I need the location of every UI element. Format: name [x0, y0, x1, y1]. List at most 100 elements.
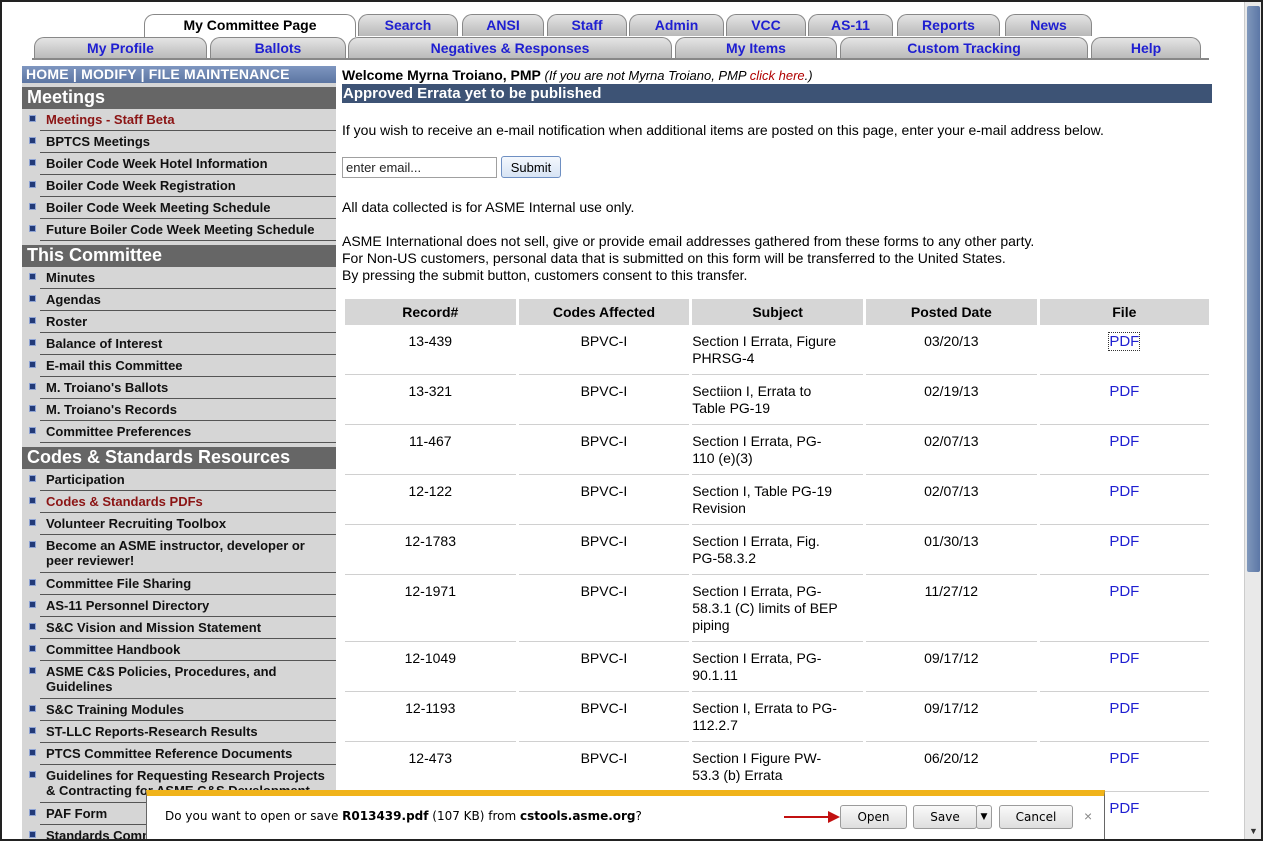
header-record[interactable]: Record#: [345, 299, 516, 325]
file-cell: PDF: [1039, 642, 1209, 692]
sidebar-item[interactable]: Boiler Code Week Registration: [29, 175, 336, 197]
sidebar-section-heading: This Committee: [22, 245, 336, 267]
tab-reports[interactable]: Reports: [897, 14, 1000, 36]
sidebar-item[interactable]: Codes & Standards PDFs: [29, 491, 336, 513]
header-date[interactable]: Posted Date: [866, 299, 1037, 325]
pdf-link[interactable]: PDF: [1109, 383, 1139, 400]
file-cell: PDF: [1039, 475, 1209, 525]
tab-help[interactable]: Help: [1091, 37, 1201, 59]
header-file[interactable]: File: [1039, 299, 1209, 325]
sidebar-item[interactable]: Become an ASME instructor, developer or …: [29, 535, 336, 573]
sidebar-item[interactable]: Committee Handbook: [29, 639, 336, 661]
record-cell: 12-1783: [345, 525, 516, 575]
tab-admin[interactable]: Admin: [629, 14, 724, 36]
header-codes[interactable]: Codes Affected: [518, 299, 690, 325]
red-arrow-shaft: [784, 816, 834, 818]
sidebar-item[interactable]: BPTCS Meetings: [29, 131, 336, 153]
record-cell: 12-473: [345, 742, 516, 792]
sidebar-item-label: Codes & Standards PDFs: [46, 494, 203, 509]
open-button[interactable]: Open: [840, 805, 907, 829]
tab-my-items[interactable]: My Items: [675, 37, 837, 59]
tab-ballots[interactable]: Ballots: [210, 37, 346, 59]
pdf-link[interactable]: PDF: [1109, 750, 1139, 767]
scroll-down-arrow-icon[interactable]: ▼: [1247, 825, 1260, 837]
tab-my-profile[interactable]: My Profile: [34, 37, 207, 59]
pdf-link[interactable]: PDF: [1109, 700, 1139, 717]
pdf-link[interactable]: PDF: [1109, 650, 1139, 667]
save-options-dropdown-icon[interactable]: ▼: [976, 805, 992, 829]
sidebar-item[interactable]: M. Troiano's Ballots: [29, 377, 336, 399]
sidebar-item[interactable]: ST-LLC Reports-Research Results: [29, 721, 336, 743]
sidebar-item[interactable]: Future Boiler Code Week Meeting Schedule: [29, 219, 336, 241]
sidebar-item-label: Meetings - Staff Beta: [46, 112, 175, 127]
sidebar-item[interactable]: Committee File Sharing: [29, 573, 336, 595]
tab-ansi[interactable]: ANSI: [462, 14, 544, 36]
save-button[interactable]: Save: [913, 805, 977, 829]
sidebar-item-label: M. Troiano's Ballots: [46, 380, 169, 395]
sidebar-item-label: BPTCS Meetings: [46, 134, 151, 149]
pdf-link[interactable]: PDF: [1108, 332, 1141, 351]
tab-staff[interactable]: Staff: [547, 14, 627, 36]
sidebar-item[interactable]: ASME C&S Policies, Procedures, and Guide…: [29, 661, 336, 699]
sidebar-item[interactable]: Roster: [29, 311, 336, 333]
tab-search[interactable]: Search: [358, 14, 458, 36]
date-cell: 02/19/13: [866, 375, 1037, 425]
pdf-link[interactable]: PDF: [1109, 433, 1139, 450]
sidebar-item-label: Agendas: [46, 292, 101, 307]
record-cell: 13-321: [345, 375, 516, 425]
close-icon[interactable]: ×: [1084, 808, 1092, 824]
header-subject[interactable]: Subject: [692, 299, 864, 325]
scrollbar-thumb[interactable]: [1247, 6, 1260, 572]
notification-text: If you wish to receive an e-mail notific…: [342, 122, 1104, 138]
sidebar-item-label: Committee Preferences: [46, 424, 192, 439]
sidebar-item[interactable]: Boiler Code Week Meeting Schedule: [29, 197, 336, 219]
vertical-scrollbar[interactable]: ▼: [1244, 2, 1261, 839]
sidebar-item[interactable]: Meetings - Staff Beta: [29, 109, 336, 131]
sidebar-item[interactable]: AS-11 Personnel Directory: [29, 595, 336, 617]
cancel-button[interactable]: Cancel: [999, 805, 1073, 829]
download-notification-bar: Do you want to open or save R013439.pdf …: [146, 790, 1105, 839]
pdf-link[interactable]: PDF: [1109, 583, 1139, 600]
tab-custom-tracking[interactable]: Custom Tracking: [840, 37, 1088, 59]
record-cell: 12-1049: [345, 642, 516, 692]
sidebar-item[interactable]: S&C Vision and Mission Statement: [29, 617, 336, 639]
tab-negatives-responses[interactable]: Negatives & Responses: [348, 37, 672, 59]
sidebar-item-label: Balance of Interest: [46, 336, 163, 351]
sidebar-item[interactable]: S&C Training Modules: [29, 699, 336, 721]
privacy-line: For Non-US customers, personal data that…: [342, 250, 1006, 266]
sidebar-item[interactable]: Minutes: [29, 267, 336, 289]
tab-as-11[interactable]: AS-11: [808, 14, 893, 36]
pdf-link[interactable]: PDF: [1109, 483, 1139, 500]
sidebar-item[interactable]: Balance of Interest: [29, 333, 336, 355]
home-modify-nav[interactable]: HOME | MODIFY | FILE MAINTENANCE: [22, 66, 336, 83]
sidebar-item-label: Participation: [46, 472, 125, 487]
date-cell: 09/17/12: [866, 692, 1037, 742]
bullet-icon: [29, 427, 36, 434]
sidebar-item-label: M. Troiano's Records: [46, 402, 177, 417]
bullet-icon: [29, 771, 36, 778]
sidebar-item[interactable]: Participation: [29, 469, 336, 491]
bullet-icon: [29, 831, 36, 838]
sidebar-item[interactable]: Boiler Code Week Hotel Information: [29, 153, 336, 175]
click-here-link[interactable]: click here: [750, 68, 805, 83]
sidebar-item[interactable]: E-mail this Committee: [29, 355, 336, 377]
sidebar-item[interactable]: Committee Preferences: [29, 421, 336, 443]
errata-table: Record# Codes Affected Subject Posted Da…: [342, 299, 1212, 839]
sidebar-item[interactable]: M. Troiano's Records: [29, 399, 336, 421]
sidebar-item[interactable]: PTCS Committee Reference Documents: [29, 743, 336, 765]
tab-news[interactable]: News: [1005, 14, 1092, 36]
pdf-link[interactable]: PDF: [1109, 800, 1139, 817]
sidebar-item-label: Boiler Code Week Registration: [46, 178, 236, 193]
sidebar-item-label: Roster: [46, 314, 88, 329]
email-input[interactable]: [342, 157, 497, 178]
bullet-icon: [29, 405, 36, 412]
sidebar-item[interactable]: Agendas: [29, 289, 336, 311]
tab-vcc[interactable]: VCC: [726, 14, 806, 36]
tab-my-committee-page[interactable]: My Committee Page: [144, 14, 356, 37]
submit-button[interactable]: Submit: [501, 156, 561, 178]
pdf-link[interactable]: PDF: [1109, 533, 1139, 550]
sidebar-item[interactable]: Volunteer Recruiting Toolbox: [29, 513, 336, 535]
bullet-icon: [29, 667, 36, 674]
sidebar-item-label: Boiler Code Week Hotel Information: [46, 156, 268, 171]
bullet-icon: [29, 519, 36, 526]
